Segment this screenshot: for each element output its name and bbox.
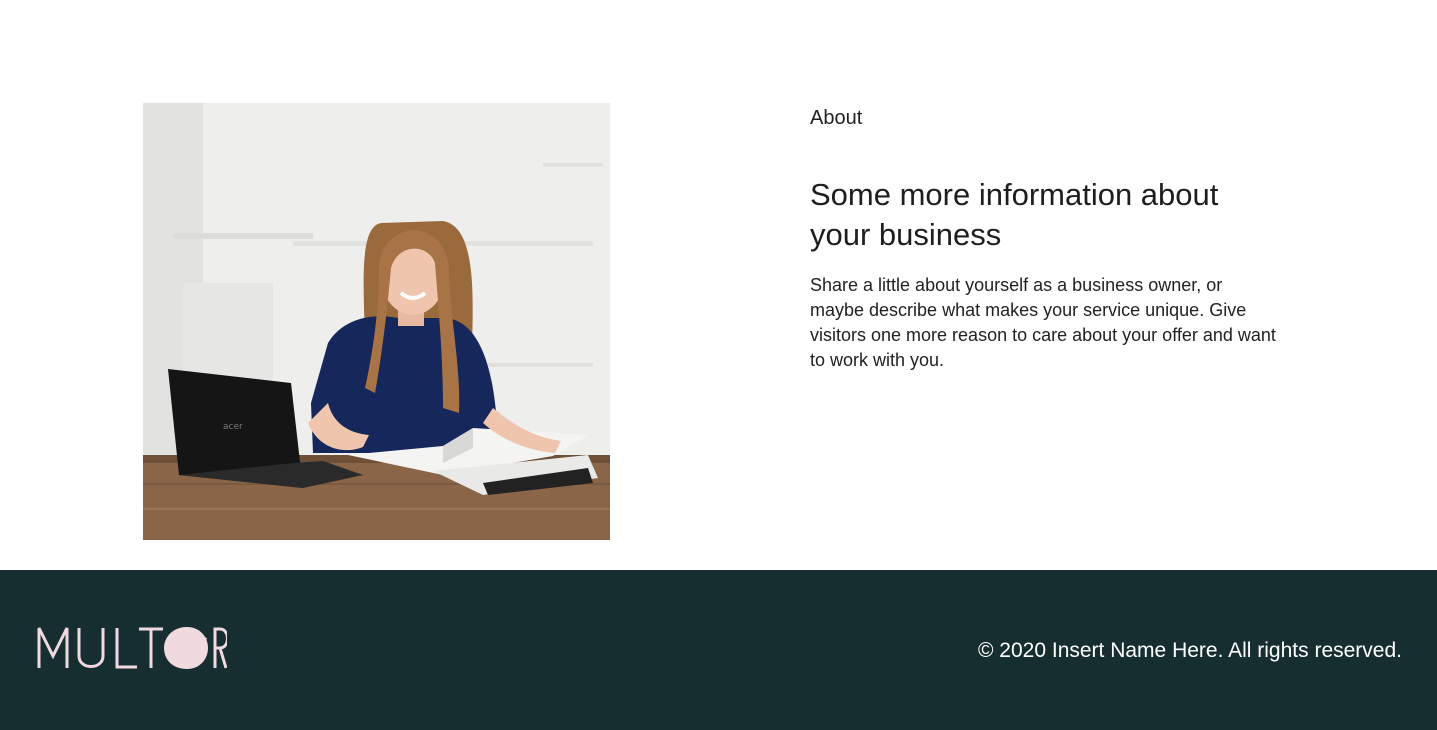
- about-text-column: About Some more information about your b…: [810, 105, 1290, 373]
- site-logo[interactable]: [37, 626, 229, 670]
- multor-logo-icon: [37, 627, 229, 669]
- about-section: acer About Some more information about y…: [0, 0, 1437, 570]
- business-owner-photo: acer: [143, 103, 610, 540]
- svg-text:acer: acer: [223, 422, 243, 432]
- copyright-text: © 2020 Insert Name Here. All rights rese…: [978, 639, 1402, 662]
- section-headline: Some more information about your busines…: [810, 177, 1219, 252]
- section-body: Share a little about yourself as a busin…: [810, 275, 1276, 370]
- section-eyebrow: About: [810, 107, 863, 129]
